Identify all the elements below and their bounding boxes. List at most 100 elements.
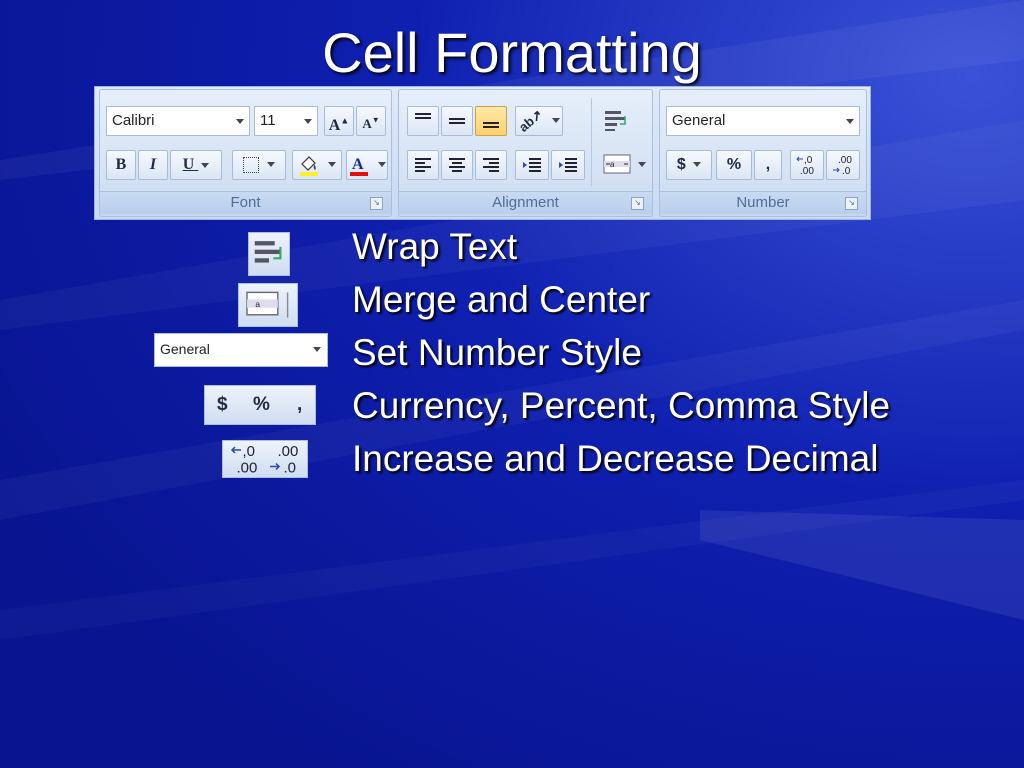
number-dialog-launcher-icon[interactable]: ↘ xyxy=(845,197,858,210)
bold-button[interactable]: B xyxy=(106,150,136,180)
number-format-picture-value: General xyxy=(160,341,210,357)
fill-color-button[interactable] xyxy=(292,150,342,180)
number-format-picture: General xyxy=(154,333,328,367)
decrease-indent-icon xyxy=(523,157,541,172)
chevron-down-icon xyxy=(846,119,854,124)
alignment-dialog-launcher-icon[interactable]: ↘ xyxy=(631,197,644,210)
chevron-down-icon xyxy=(266,162,275,168)
svg-text:A: A xyxy=(352,156,364,173)
bottom-align-icon xyxy=(483,121,499,128)
merge-center-icon: a xyxy=(603,154,631,174)
borders-button[interactable] xyxy=(232,150,286,180)
font-name-value: Calibri xyxy=(112,112,155,129)
svg-text:.00: .00 xyxy=(278,443,299,460)
chevron-down-icon xyxy=(327,162,336,168)
increase-decimal-button[interactable]: ,0 .00 xyxy=(790,150,824,180)
chevron-down-icon xyxy=(201,162,210,168)
list-item-wrap-text: Wrap Text xyxy=(352,226,518,267)
chevron-down-icon xyxy=(693,162,702,168)
chevron-down-icon xyxy=(304,119,312,124)
chevron-down-icon xyxy=(313,347,321,352)
merge-center-icon: a xyxy=(246,291,289,318)
merge-center-button[interactable]: a xyxy=(603,152,647,180)
number-format-value: General xyxy=(672,112,726,129)
svg-text:.0: .0 xyxy=(284,460,297,477)
italic-button[interactable]: I xyxy=(138,150,168,180)
font-size-value: 11 xyxy=(260,112,276,129)
middle-align-icon xyxy=(449,117,465,124)
svg-text:,0: ,0 xyxy=(243,443,256,460)
font-group-label: Font xyxy=(100,191,391,214)
page-title: Cell Formatting xyxy=(322,21,702,84)
underline-button[interactable]: U xyxy=(170,150,222,180)
decimal-picture: ,0 .00 .00 .0 xyxy=(222,440,308,478)
align-left-button[interactable] xyxy=(407,150,439,180)
orientation-button[interactable]: ab↗ xyxy=(515,106,563,136)
list-item-decimal: Increase and Decrease Decimal xyxy=(352,438,879,479)
align-center-button[interactable] xyxy=(441,150,473,180)
increase-indent-icon xyxy=(559,157,577,172)
grow-font-icon: A▲ xyxy=(328,116,350,135)
bold-label: B xyxy=(115,156,127,173)
wrap-text-icon xyxy=(605,111,626,131)
shrink-font-button[interactable]: A▼ xyxy=(356,106,386,136)
font-color-button[interactable]: A xyxy=(346,150,388,180)
excel-ribbon: Calibri 11 A▲ A▼ B I U A Font ↘ ab↗ a Al… xyxy=(94,86,871,220)
svg-text:a: a xyxy=(610,160,615,169)
wrap-text-icon xyxy=(254,241,282,263)
align-right-button[interactable] xyxy=(475,150,507,180)
svg-text:a: a xyxy=(255,299,260,309)
align-center-icon xyxy=(449,157,465,172)
number-format-combo[interactable]: General xyxy=(666,106,860,136)
decrease-decimal-icon: .00 .0 xyxy=(833,155,852,177)
font-group: Calibri 11 A▲ A▼ B I U A Font ↘ xyxy=(99,89,392,217)
number-group-label: Number xyxy=(660,191,866,214)
middle-align-button[interactable] xyxy=(441,106,473,136)
percent-button[interactable]: % xyxy=(716,150,752,180)
bottom-align-button[interactable] xyxy=(475,106,507,136)
currency-percent-comma-picture: $ % , xyxy=(204,385,316,425)
fill-color-icon xyxy=(300,155,319,176)
list-item-number-style: Set Number Style xyxy=(352,332,642,373)
comma-icon: , xyxy=(765,156,771,173)
alignment-separator xyxy=(591,98,592,186)
increase-decimal-icon: ,0 .00 xyxy=(230,443,258,477)
chevron-down-icon xyxy=(236,119,244,124)
percent-icon: % xyxy=(253,394,270,415)
font-name-combo[interactable]: Calibri xyxy=(106,106,250,136)
top-align-button[interactable] xyxy=(407,106,439,136)
svg-text:.00: .00 xyxy=(838,155,852,166)
wrap-text-button[interactable] xyxy=(603,108,633,136)
decrease-indent-button[interactable] xyxy=(515,150,549,180)
svg-text:.00: .00 xyxy=(800,166,814,177)
number-group: General $ % , ,0 .00 .00 .0 Number ↘ xyxy=(659,89,867,217)
percent-icon: % xyxy=(726,156,742,173)
wrap-text-picture xyxy=(248,232,290,276)
comma-button[interactable]: , xyxy=(754,150,782,180)
svg-text:.0: .0 xyxy=(842,166,851,177)
increase-decimal-icon: ,0 .00 xyxy=(796,155,814,177)
align-right-icon xyxy=(483,157,499,172)
decrease-decimal-icon: .00 .0 xyxy=(270,443,299,477)
font-dialog-launcher-icon[interactable]: ↘ xyxy=(370,197,383,210)
alignment-group: ab↗ a Alignment ↘ xyxy=(398,89,653,217)
grow-font-button[interactable]: A▲ xyxy=(324,106,354,136)
currency-button[interactable]: $ xyxy=(666,150,712,180)
italic-label: I xyxy=(149,156,157,173)
decrease-decimal-button[interactable]: .00 .0 xyxy=(826,150,860,180)
svg-text:.00: .00 xyxy=(237,460,258,477)
top-align-icon xyxy=(415,112,431,119)
chevron-down-icon xyxy=(551,118,560,124)
svg-text:,0: ,0 xyxy=(804,155,813,166)
alignment-group-label: Alignment xyxy=(399,191,652,214)
underline-label: U xyxy=(182,156,195,173)
increase-indent-button[interactable] xyxy=(551,150,585,180)
chevron-down-icon xyxy=(638,161,647,167)
list-item-currency-percent-comma: Currency, Percent, Comma Style xyxy=(352,385,891,426)
comma-icon: , xyxy=(297,394,303,415)
list-item-merge-center: Merge and Center xyxy=(352,279,651,320)
font-size-combo[interactable]: 11 xyxy=(254,106,318,136)
align-left-icon xyxy=(415,157,431,172)
chevron-down-icon xyxy=(377,162,386,168)
borders-icon xyxy=(243,156,260,173)
